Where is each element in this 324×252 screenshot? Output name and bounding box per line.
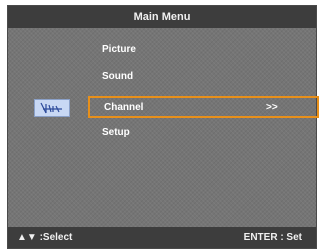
submenu-arrow-icon: >> <box>266 102 278 113</box>
main-menu-window: Main Menu Picture Sound Channel >> Setup… <box>7 5 319 249</box>
footer-select-hint: ▲▼ :Select <box>17 227 72 248</box>
menu-item-sound[interactable]: Sound <box>88 67 320 89</box>
menu-body: Picture Sound Channel >> Setup <box>8 28 319 227</box>
up-down-arrows-icon: ▲▼ <box>17 232 37 243</box>
menu-item-setup[interactable]: Setup <box>88 123 320 145</box>
menu-item-label: Sound <box>102 71 134 82</box>
antenna-icon <box>34 99 70 117</box>
menu-item-label: Picture <box>102 44 136 55</box>
menu-item-channel[interactable]: Channel >> <box>88 96 319 118</box>
footer-bar: ▲▼ :Select ENTER : Set <box>8 227 316 248</box>
footer-select-label: :Select <box>39 232 73 243</box>
menu-item-picture[interactable]: Picture <box>88 40 320 62</box>
footer-enter-label: ENTER : Set <box>243 232 302 243</box>
menu-item-label: Channel <box>104 102 144 113</box>
menu-title: Main Menu <box>8 6 316 28</box>
menu-item-label: Setup <box>102 127 130 138</box>
